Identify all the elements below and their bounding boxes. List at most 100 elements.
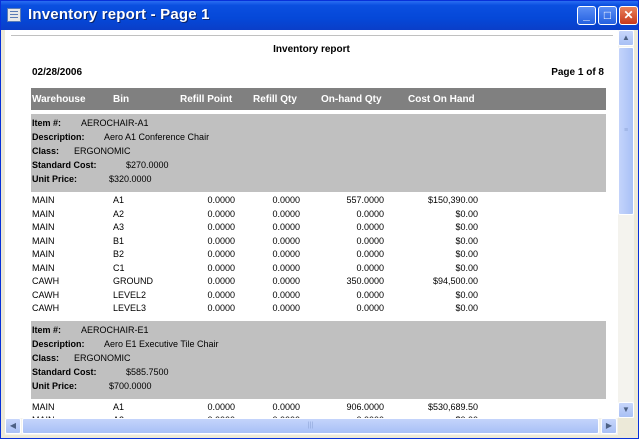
table-cell: CAWH <box>32 276 60 286</box>
horizontal-scroll-thumb[interactable]: ||| <box>22 418 599 434</box>
item-field-value: Aero E1 Executive Tile Chair <box>104 338 219 349</box>
table-row: MAIN A1 0.0000 0.0000 906.0000 $530,689.50 <box>31 402 606 415</box>
item-field-value: ERGONOMIC <box>74 146 131 156</box>
table-cell: CAWH <box>32 290 60 300</box>
table-cell: 906.0000 <box>346 402 384 412</box>
table-cell: MAIN <box>32 222 55 232</box>
table-cell: 0.0000 <box>272 263 300 273</box>
table-cell: 0.0000 <box>207 249 235 259</box>
table-cell: MAIN <box>32 263 55 273</box>
item-field-value: AEROCHAIR-A1 <box>81 118 149 128</box>
maximize-button[interactable]: □ <box>598 6 617 25</box>
table-row: CAWH LEVEL3 0.0000 0.0000 0.0000 $0.00 <box>31 303 606 316</box>
column-header-on-hand-qty: On-hand Qty <box>321 94 382 105</box>
vertical-scroll-thumb[interactable]: ≡ <box>618 47 634 215</box>
item-field-value: $585.7500 <box>126 366 169 377</box>
table-cell: 0.0000 <box>272 303 300 313</box>
table-cell: 0.0000 <box>272 209 300 219</box>
table-row: CAWH LEVEL2 0.0000 0.0000 0.0000 $0.00 <box>31 290 606 303</box>
table-cell: 0.0000 <box>356 303 384 313</box>
item-field-value: $270.0000 <box>126 160 169 170</box>
report-window: Inventory report - Page 1 _ □ ✕ Inventor… <box>0 0 639 439</box>
item-field-value: $320.0000 <box>109 174 152 184</box>
table-cell: $0.00 <box>455 263 478 273</box>
vertical-scrollbar[interactable]: ▲ ≡ ▼ <box>618 30 634 418</box>
table-cell: 0.0000 <box>272 236 300 246</box>
table-cell: MAIN <box>32 209 55 219</box>
table-row: MAIN B2 0.0000 0.0000 0.0000 $0.00 <box>31 249 606 262</box>
item-field-label: Unit Price: <box>32 174 78 184</box>
report-app-icon[interactable] <box>7 8 21 22</box>
table-cell: 0.0000 <box>207 290 235 300</box>
table-cell: 0.0000 <box>356 249 384 259</box>
item-field-value: AEROCHAIR-E1 <box>81 324 149 335</box>
table-cell: $530,689.50 <box>427 402 478 412</box>
item-field-label: Item #: <box>32 324 62 335</box>
scroll-up-arrow-icon[interactable]: ▲ <box>618 30 634 46</box>
table-cell: MAIN <box>32 236 55 246</box>
table-cell: $150,390.00 <box>427 195 478 205</box>
table-cell: 0.0000 <box>272 249 300 259</box>
table-cell: $0.00 <box>455 209 478 219</box>
item-field-label: Standard Cost: <box>32 366 97 377</box>
item-header-block: Item #: AEROCHAIR-A1 Description: Aero A1 C… <box>31 114 606 192</box>
table-cell: 0.0000 <box>272 402 300 412</box>
table-cell: $0.00 <box>455 222 478 232</box>
title-bar[interactable]: Inventory report - Page 1 _ □ ✕ <box>1 1 638 30</box>
table-cell: $0.00 <box>455 236 478 246</box>
table-cell: 0.0000 <box>356 263 384 273</box>
scroll-down-arrow-icon[interactable]: ▼ <box>618 402 634 418</box>
table-cell: 0.0000 <box>272 290 300 300</box>
table-row: CAWH GROUND 0.0000 0.0000 350.0000 $94,500.00 <box>31 276 606 289</box>
table-cell: MAIN <box>32 402 55 412</box>
table-cell: 0.0000 <box>272 222 300 232</box>
table-row: MAINA20.00000.00000.0000$0.00 <box>31 209 606 222</box>
table-cell: 0.0000 <box>207 276 235 286</box>
table-row: MAIN A1 0.0000 0.0000 557.0000 $150,390.00 <box>31 195 606 208</box>
item-field-value: Aero A1 Conference Chair <box>104 132 210 142</box>
table-cell: 0.0000 <box>207 209 235 219</box>
report-title: Inventory report <box>273 44 350 55</box>
table-cell: 350.0000 <box>346 276 384 286</box>
item-field-value: $700.0000 <box>109 380 152 391</box>
report-page-number: Page 1 of 8 <box>551 67 604 78</box>
table-row: MAIN C1 0.0000 0.0000 0.0000 $0.00 <box>31 263 606 276</box>
table-cell: 0.0000 <box>272 195 300 205</box>
item-field-label: Description: <box>32 132 85 142</box>
table-cell: MAIN <box>32 195 55 205</box>
scroll-right-arrow-icon[interactable]: ▶ <box>601 418 617 434</box>
table-cell: 0.0000 <box>207 222 235 232</box>
table-cell: $0.00 <box>455 290 478 300</box>
column-header-refill-point: Refill Point <box>180 94 233 105</box>
table-cell: 0.0000 <box>207 263 235 273</box>
table-cell: $94,500.00 <box>432 276 478 286</box>
item-field-label: Item #: <box>32 118 62 128</box>
item-header-block: Item #: AEROCHAIR-E1 Description: Aero E1 E… <box>31 320 606 399</box>
item-field-label: Class: <box>32 352 60 363</box>
table-cell: 0.0000 <box>207 195 235 205</box>
table-cell: 557.0000 <box>346 195 384 205</box>
horizontal-scrollbar[interactable]: ◀ ||| ▶ <box>5 418 618 435</box>
column-header-warehouse: Warehouse <box>32 94 86 105</box>
table-cell: 0.0000 <box>356 236 384 246</box>
table-cell: $0.00 <box>455 303 478 313</box>
item-field-label: Description: <box>32 338 85 349</box>
report-page: Inventory report 02/28/2006 Page 1 of 8 … <box>5 30 618 418</box>
scroll-left-arrow-icon[interactable]: ◀ <box>5 418 21 434</box>
table-cell: 0.0000 <box>272 276 300 286</box>
close-button[interactable]: ✕ <box>619 6 638 25</box>
item-field-value: ERGONOMIC <box>74 352 131 363</box>
table-row: MAIN B1 0.0000 0.0000 0.0000 $0.00 <box>31 236 606 249</box>
report-viewer: Inventory report 02/28/2006 Page 1 of 8 … <box>5 30 634 435</box>
column-header-bin: Bin <box>113 94 130 105</box>
column-header-refill-qty: Refill Qty <box>253 94 297 105</box>
minimize-button[interactable]: _ <box>577 6 596 25</box>
item-field-label: Class: <box>32 146 60 156</box>
table-cell: 0.0000 <box>207 303 235 313</box>
page-top-edge <box>11 30 613 36</box>
table-cell: 0.0000 <box>356 290 384 300</box>
table-cell: 0.0000 <box>207 402 235 412</box>
column-header-cost-on-hand: Cost On Hand <box>408 94 475 105</box>
column-header-bar: Warehouse Bin Refill Point Refill Qty On… <box>31 88 606 110</box>
table-cell: CAWH <box>32 303 60 313</box>
